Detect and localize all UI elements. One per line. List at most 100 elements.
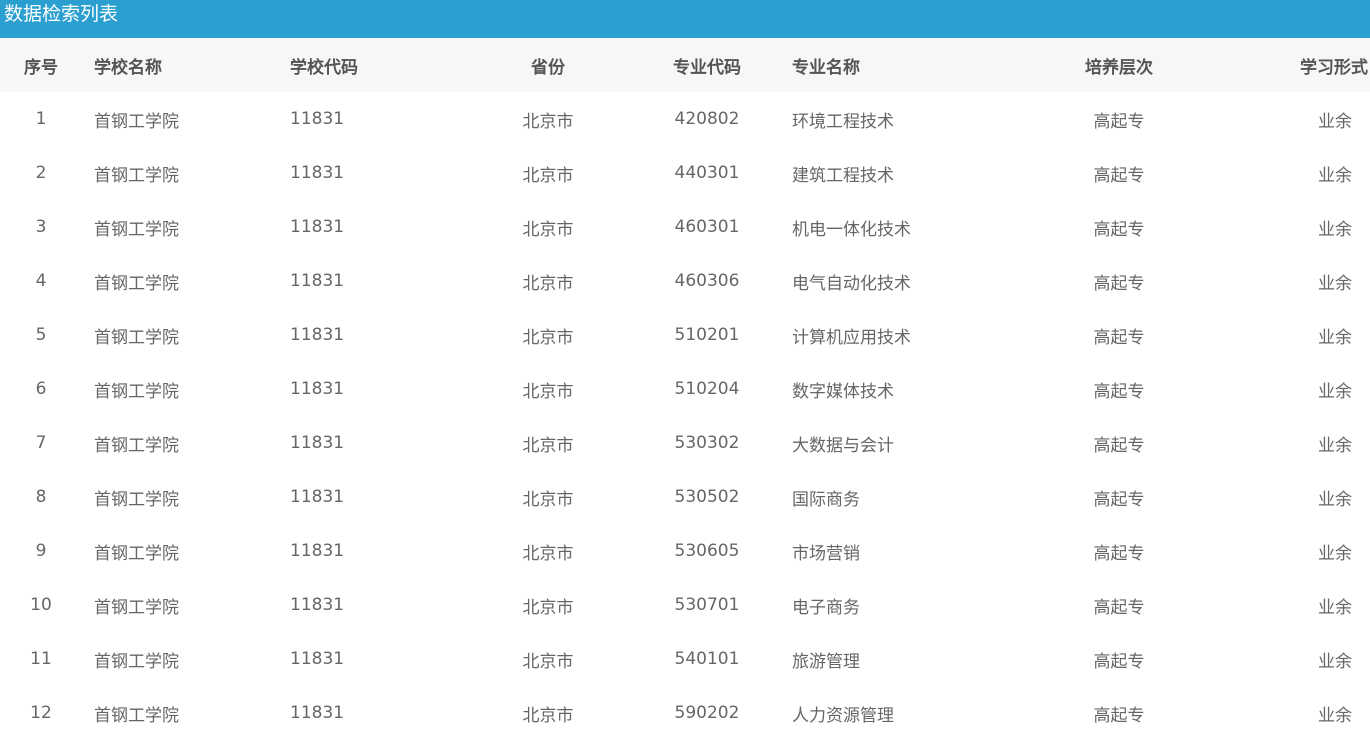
table-row: 7 首钢工学院 11831 北京市 530302 大数据与会计 高起专 业余	[0, 416, 1370, 470]
table-row: 11 首钢工学院 11831 北京市 540101 旅游管理 高起专 业余	[0, 632, 1370, 686]
header-major-name: 专业名称	[792, 57, 860, 78]
cell-school-name: 首钢工学院	[94, 111, 179, 132]
cell-study-form: 业余	[1318, 273, 1352, 294]
cell-province: 北京市	[522, 327, 574, 348]
cell-major-name: 旅游管理	[792, 651, 860, 672]
cell-study-form: 业余	[1318, 489, 1352, 510]
cell-index: 9	[35, 541, 47, 561]
cell-level: 高起专	[1093, 705, 1145, 726]
cell-major-name: 电气自动化技术	[792, 273, 911, 294]
cell-level: 高起专	[1093, 219, 1145, 240]
page-title: 数据检索列表	[4, 3, 119, 25]
cell-school-name: 首钢工学院	[94, 273, 179, 294]
cell-major-code: 540101	[674, 649, 740, 669]
header-study-form: 学习形式	[1300, 57, 1368, 78]
cell-study-form: 业余	[1318, 381, 1352, 402]
cell-school-code: 11831	[290, 379, 345, 399]
cell-school-code: 11831	[290, 541, 345, 561]
cell-school-name: 首钢工学院	[94, 489, 179, 510]
cell-province: 北京市	[522, 489, 574, 510]
table-row: 1 首钢工学院 11831 北京市 420802 环境工程技术 高起专 业余	[0, 92, 1370, 146]
cell-level: 高起专	[1093, 597, 1145, 618]
data-table: 序号 学校名称 学校代码 省份 专业代码 专业名称 培养层次 学习形式 1 首钢…	[0, 38, 1370, 735]
cell-school-name: 首钢工学院	[94, 435, 179, 456]
cell-province: 北京市	[522, 165, 574, 186]
cell-index: 10	[30, 595, 52, 615]
cell-index: 7	[35, 433, 47, 453]
cell-level: 高起专	[1093, 435, 1145, 456]
cell-study-form: 业余	[1318, 435, 1352, 456]
cell-major-code: 530701	[674, 595, 740, 615]
cell-province: 北京市	[522, 651, 574, 672]
table-row: 5 首钢工学院 11831 北京市 510201 计算机应用技术 高起专 业余	[0, 308, 1370, 362]
cell-school-code: 11831	[290, 595, 345, 615]
cell-study-form: 业余	[1318, 597, 1352, 618]
cell-province: 北京市	[522, 543, 574, 564]
table-body: 1 首钢工学院 11831 北京市 420802 环境工程技术 高起专 业余 2…	[0, 92, 1370, 735]
cell-major-name: 电子商务	[792, 597, 860, 618]
cell-index: 6	[35, 379, 47, 399]
cell-major-code: 440301	[674, 163, 740, 183]
cell-level: 高起专	[1093, 327, 1145, 348]
cell-major-code: 460306	[674, 271, 740, 291]
header-level: 培养层次	[1085, 57, 1153, 78]
cell-index: 5	[35, 325, 47, 345]
cell-school-name: 首钢工学院	[94, 219, 179, 240]
cell-province: 北京市	[522, 219, 574, 240]
header-row: 序号 学校名称 学校代码 省份 专业代码 专业名称 培养层次 学习形式	[0, 38, 1370, 92]
cell-level: 高起专	[1093, 165, 1145, 186]
cell-major-code: 420802	[674, 109, 740, 129]
cell-school-code: 11831	[290, 433, 345, 453]
table-row: 3 首钢工学院 11831 北京市 460301 机电一体化技术 高起专 业余	[0, 200, 1370, 254]
cell-school-code: 11831	[290, 163, 345, 183]
cell-major-name: 环境工程技术	[792, 111, 894, 132]
cell-major-code: 530502	[674, 487, 740, 507]
cell-index: 3	[35, 217, 47, 237]
cell-index: 11	[30, 649, 52, 669]
cell-index: 4	[35, 271, 47, 291]
cell-major-name: 建筑工程技术	[792, 165, 894, 186]
header-province: 省份	[531, 57, 565, 78]
cell-major-code: 530605	[674, 541, 740, 561]
cell-study-form: 业余	[1318, 165, 1352, 186]
cell-study-form: 业余	[1318, 543, 1352, 564]
cell-school-name: 首钢工学院	[94, 543, 179, 564]
cell-province: 北京市	[522, 111, 574, 132]
cell-major-code: 510201	[674, 325, 740, 345]
cell-major-name: 市场营销	[792, 543, 860, 564]
cell-study-form: 业余	[1318, 651, 1352, 672]
cell-level: 高起专	[1093, 489, 1145, 510]
cell-major-name: 机电一体化技术	[792, 219, 911, 240]
table-row: 9 首钢工学院 11831 北京市 530605 市场营销 高起专 业余	[0, 524, 1370, 578]
cell-school-code: 11831	[290, 487, 345, 507]
cell-major-code: 460301	[674, 217, 740, 237]
table-row: 2 首钢工学院 11831 北京市 440301 建筑工程技术 高起专 业余	[0, 146, 1370, 200]
cell-index: 2	[35, 163, 47, 183]
cell-study-form: 业余	[1318, 111, 1352, 132]
cell-school-name: 首钢工学院	[94, 705, 179, 726]
cell-study-form: 业余	[1318, 219, 1352, 240]
cell-study-form: 业余	[1318, 327, 1352, 348]
cell-school-code: 11831	[290, 217, 345, 237]
cell-province: 北京市	[522, 705, 574, 726]
header-school-name: 学校名称	[94, 57, 162, 78]
table-row: 4 首钢工学院 11831 北京市 460306 电气自动化技术 高起专 业余	[0, 254, 1370, 308]
cell-level: 高起专	[1093, 543, 1145, 564]
cell-school-name: 首钢工学院	[94, 651, 179, 672]
cell-school-code: 11831	[290, 703, 345, 723]
cell-level: 高起专	[1093, 273, 1145, 294]
table-row: 10 首钢工学院 11831 北京市 530701 电子商务 高起专 业余	[0, 578, 1370, 632]
cell-school-code: 11831	[290, 109, 345, 129]
cell-school-name: 首钢工学院	[94, 327, 179, 348]
cell-major-name: 大数据与会计	[792, 435, 894, 456]
table-row: 6 首钢工学院 11831 北京市 510204 数字媒体技术 高起专 业余	[0, 362, 1370, 416]
cell-major-name: 人力资源管理	[792, 705, 894, 726]
cell-school-name: 首钢工学院	[94, 597, 179, 618]
cell-study-form: 业余	[1318, 705, 1352, 726]
header-major-code: 专业代码	[673, 57, 741, 78]
cell-school-name: 首钢工学院	[94, 381, 179, 402]
cell-index: 12	[30, 703, 52, 723]
cell-school-name: 首钢工学院	[94, 165, 179, 186]
cell-school-code: 11831	[290, 649, 345, 669]
header-school-code: 学校代码	[290, 57, 358, 78]
